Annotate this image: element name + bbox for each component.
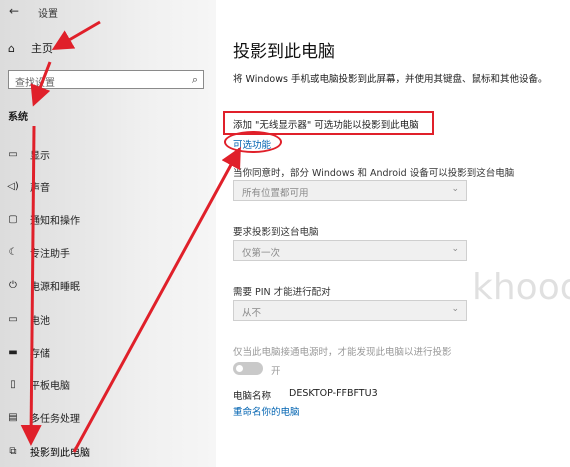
arrow-to-home [51,20,101,51]
arrow-to-system [30,61,52,107]
arrow-to-project [20,125,42,446]
annotation-arrows [20,20,241,453]
arrow-to-optional-features [72,146,241,453]
